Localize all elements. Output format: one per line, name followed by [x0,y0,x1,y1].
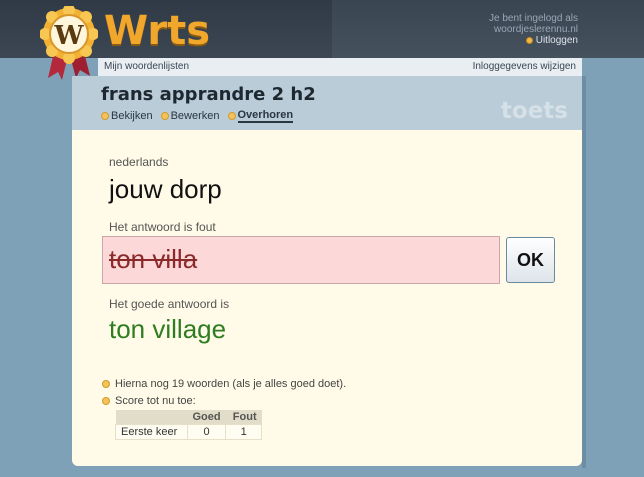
logout-label[interactable]: Uitloggen [536,35,578,46]
bullet-icon [101,112,109,120]
login-username: woordjeslerennu.nl [494,24,578,35]
logo-badge-letter: W [53,21,84,51]
quiz-content: nederlands jouw dorp Het antwoord is fou… [72,130,582,466]
login-info: Je bent ingelogd als woordjeslerennu.nl … [489,13,578,46]
logo-wordmark[interactable]: Wrts [104,8,210,54]
header-cell: Goed [187,410,226,425]
tab-bewerken[interactable]: Bewerken [160,109,220,123]
tab-label[interactable]: Overhoren [237,109,294,123]
row-label: Eerste keer [115,424,188,440]
bullet-icon [525,36,533,44]
tab-bar: Bekijken Bewerken Overhoren [101,109,294,123]
tab-bekijken[interactable]: Bekijken [101,109,153,123]
score-table-header: Goed Fout [115,410,262,425]
my-lists-link[interactable]: Mijn woordenlijsten [104,61,189,72]
goed-count: 0 [186,424,227,440]
score-table: Goed Fout Eerste keer 0 1 [115,410,263,440]
bullet-icon [227,112,236,120]
list-title-panel: frans apprandre 2 h2 toets Bekijken Bewe… [72,76,582,130]
logout-link[interactable]: Uitloggen [489,35,578,46]
header-cell: Fout [225,410,262,425]
answer-input[interactable]: ton villa [102,236,500,284]
question-text: jouw dorp [109,174,222,204]
navbar: Mijn woordenlijsten Inloggegevens wijzig… [98,58,582,76]
tab-overhoren[interactable]: Overhoren [227,109,294,123]
tab-label[interactable]: Bekijken [111,110,153,122]
logo-badge-icon[interactable]: W [40,6,98,82]
language-label: nederlands [109,155,169,169]
given-answer: ton villa [109,244,198,274]
login-status-line: Je bent ingelogd als [489,13,578,24]
remaining-text: Hierna nog 19 woorden (als je alles goed… [115,378,347,390]
table-row: Eerste keer 0 1 [115,424,263,440]
correct-answer: ton village [109,314,227,344]
account-settings-link[interactable]: Inloggegevens wijzigen [473,61,576,72]
tab-label[interactable]: Bewerken [171,110,220,122]
wrong-answer-label: Het antwoord is fout [109,220,216,234]
score-info: Score tot nu toe: [102,395,196,407]
mode-label: toets [500,98,568,124]
fout-count: 1 [225,424,263,440]
bullet-icon [102,380,110,388]
score-label: Score tot nu toe: [115,395,196,407]
bullet-icon [160,112,169,120]
list-title: frans apprandre 2 h2 [101,84,316,105]
header-cell [115,410,188,425]
remaining-info: Hierna nog 19 woorden (als je alles goed… [102,378,346,390]
panel-shadow [582,76,586,468]
header-account-panel [332,0,644,58]
correct-answer-label: Het goede antwoord is [109,297,230,311]
bullet-icon [102,397,110,405]
ok-button[interactable]: OK [506,237,555,283]
